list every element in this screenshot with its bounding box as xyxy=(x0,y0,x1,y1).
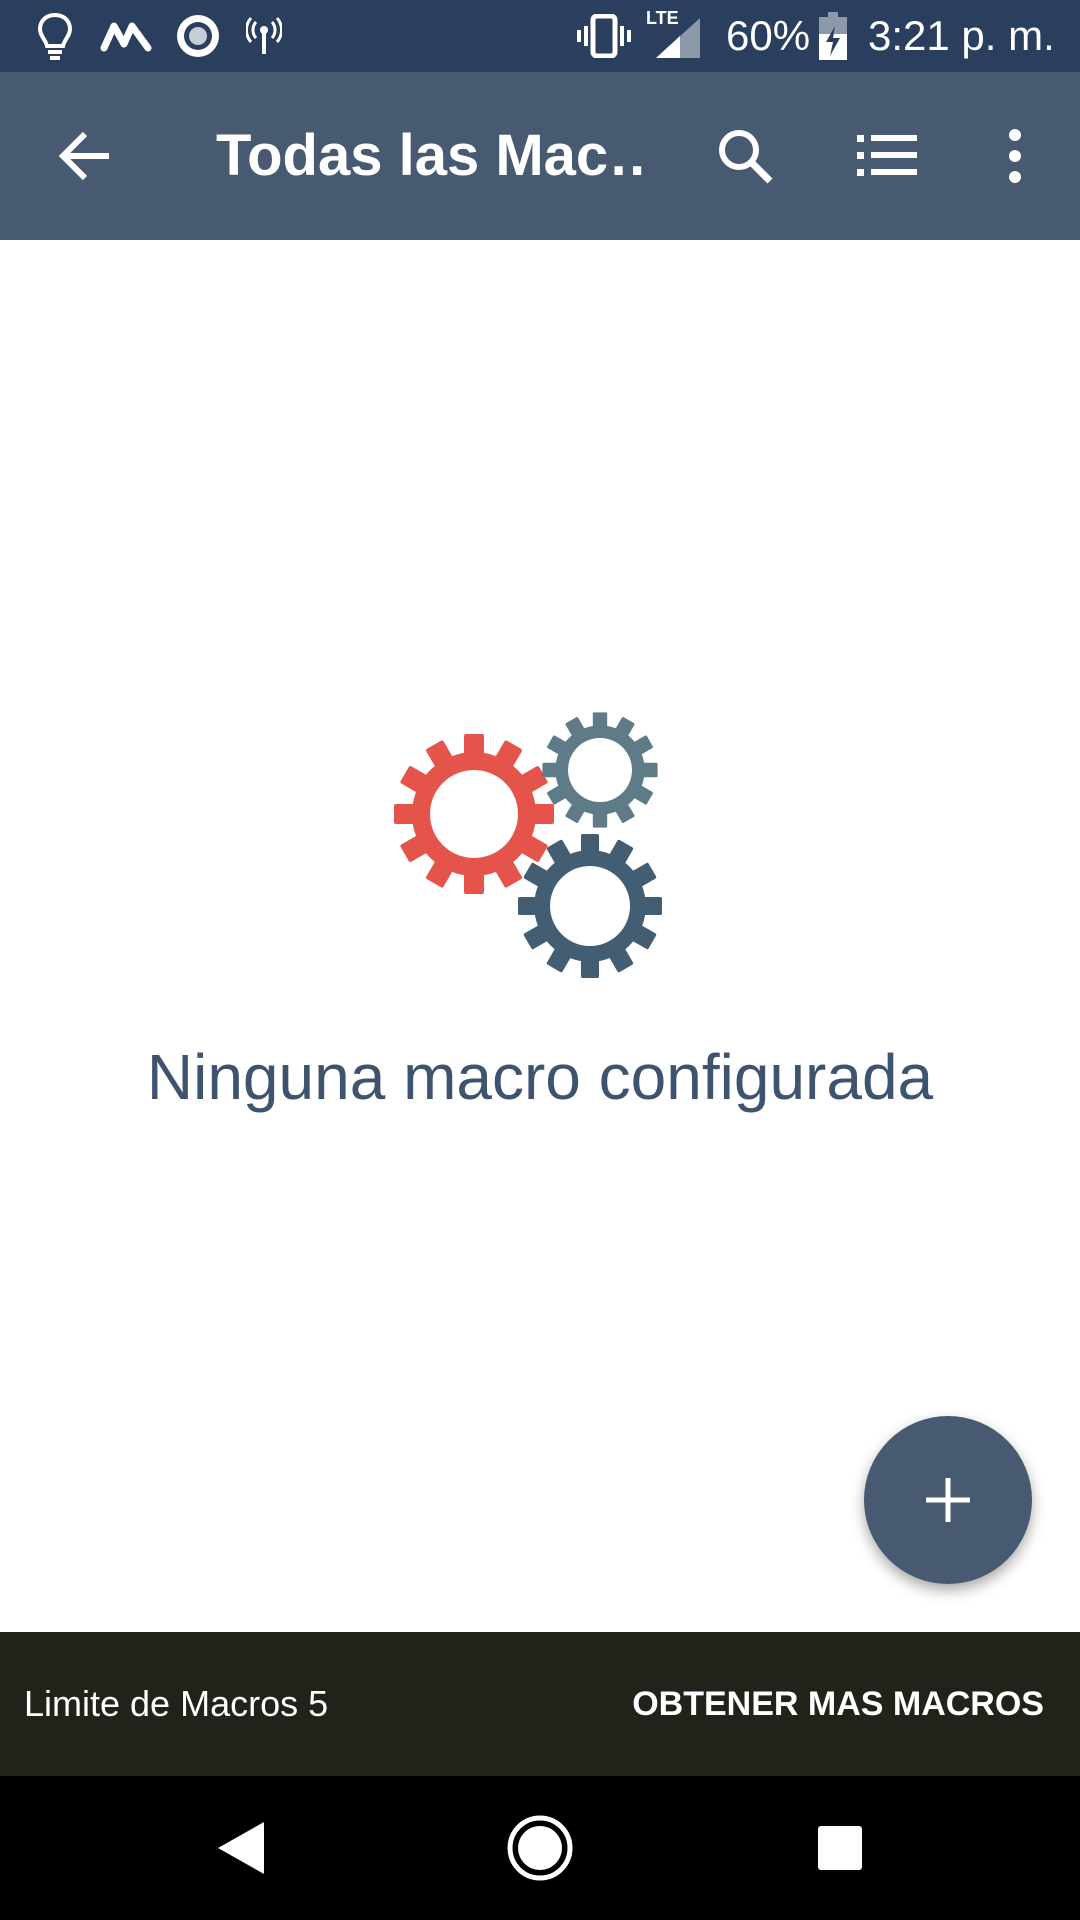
vibrate-icon xyxy=(576,12,632,60)
search-button[interactable] xyxy=(700,72,790,240)
record-icon xyxy=(174,12,222,60)
list-icon xyxy=(857,135,917,176)
more-vert-icon xyxy=(1009,129,1021,183)
nav-home-icon xyxy=(507,1815,573,1881)
status-bar: LTE 60% 3:21 p. m. xyxy=(0,0,1080,72)
lte-signal-icon: LTE xyxy=(646,8,706,60)
nav-recents-button[interactable] xyxy=(760,1776,920,1920)
page-title: Todas las Mac… xyxy=(216,123,646,188)
lte-label: LTE xyxy=(646,8,679,28)
clock: 3:21 p. m. xyxy=(868,12,1055,59)
back-arrow-icon xyxy=(58,131,109,181)
snackbar: Limite de Macros 5 OBTENER MAS MACROS xyxy=(0,1632,1080,1776)
gears-icon xyxy=(380,690,680,990)
get-more-macros-button[interactable]: OBTENER MAS MACROS xyxy=(632,1632,1044,1776)
app-bar: Todas las Mac… xyxy=(0,72,1080,240)
add-macro-button[interactable] xyxy=(864,1416,1032,1584)
macro-limit-text: Limite de Macros 5 xyxy=(24,1683,329,1724)
plus-icon xyxy=(926,1478,970,1522)
broadcast-icon xyxy=(244,12,284,60)
overflow-menu-button[interactable] xyxy=(980,72,1050,240)
navigation-bar xyxy=(0,1776,1080,1920)
battery-percent: 60% xyxy=(726,12,811,59)
nav-back-button[interactable] xyxy=(160,1776,320,1920)
battery-charging-icon xyxy=(818,12,848,60)
nav-home-button[interactable] xyxy=(460,1776,620,1920)
empty-state-message: Ninguna macro configurada xyxy=(146,1041,934,1113)
search-icon xyxy=(719,130,773,184)
nav-back-icon xyxy=(218,1822,264,1874)
list-view-button[interactable] xyxy=(842,72,932,240)
m-logo-icon xyxy=(100,12,152,60)
nav-recents-icon xyxy=(818,1826,862,1870)
lightbulb-icon xyxy=(30,12,80,60)
back-button[interactable] xyxy=(40,72,130,240)
